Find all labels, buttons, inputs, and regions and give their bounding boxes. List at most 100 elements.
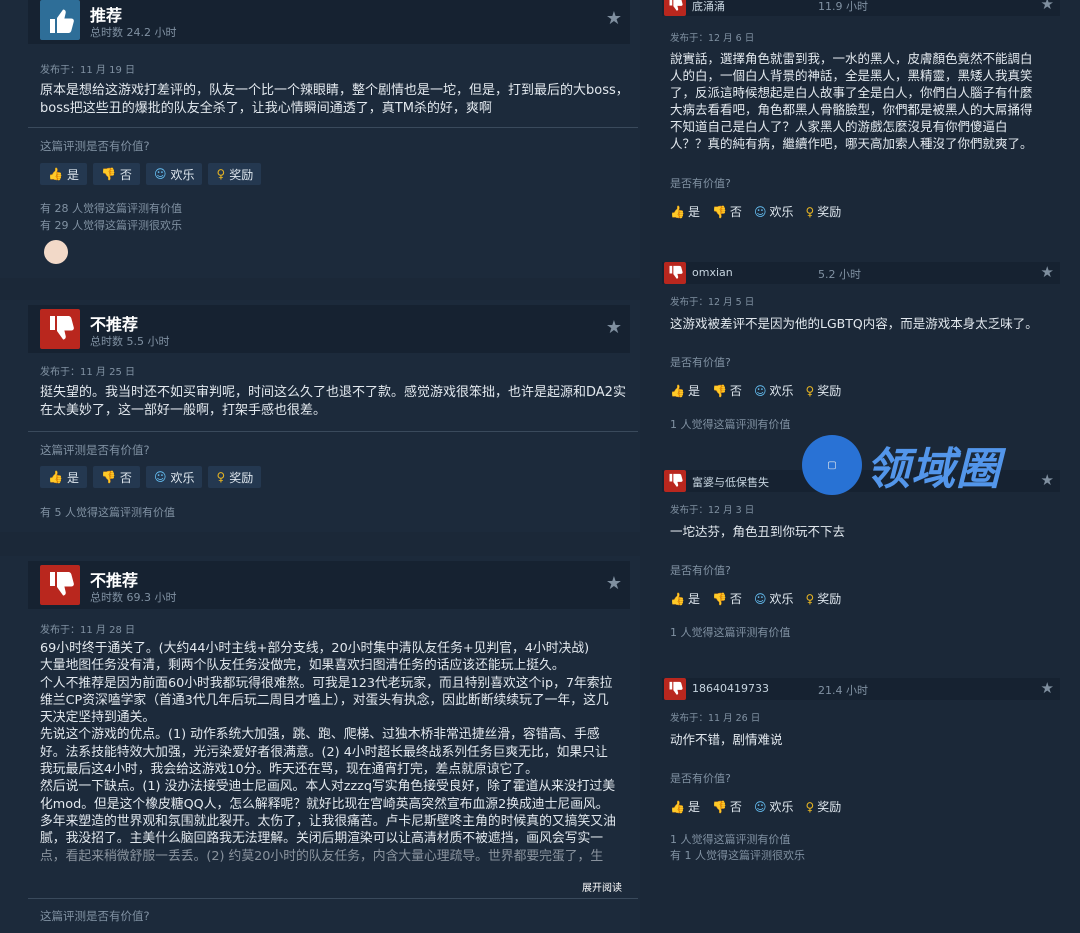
button-label: 奖励 (817, 592, 842, 606)
thumbs-down-icon: 👎 (711, 592, 727, 606)
watermark-logo: ▢ 领域圈 (802, 432, 1052, 498)
vote-yes-button[interactable]: 👍 是 (40, 466, 87, 488)
vote-no-button[interactable]: 👎 否 (712, 382, 742, 399)
vote-no-button[interactable]: 👎 否 (92, 163, 140, 185)
review-posted-date: 发布于：11 月 28 日 (40, 625, 135, 636)
review-text-line: 然后说一下缺点。(1) 没办法接受迪士尼画风。本人对zzzq写实角色接受良好，除… (40, 779, 616, 795)
divider (28, 898, 638, 899)
review-hours: 21.4 小时 (818, 684, 868, 697)
vote-buttons: 👍 是 👎 否 ☺ 欢乐 ♀ 奖励 (670, 203, 841, 220)
left-review-column: 推荐 总时数 24.2 小时 ★ 发布于：11 月 19 日 原本是想给这游戏打… (0, 0, 640, 933)
award-button[interactable]: ♀ 奖励 (208, 163, 262, 185)
vote-buttons: 👍 是 👎 否 ☺ 欢乐 ♀ 奖励 (40, 163, 262, 185)
vote-funny-button[interactable]: ☺ 欢乐 (145, 466, 203, 488)
review-text-line: 化mod。但是这个橡皮糖QQ人，怎么解释呢？就好比现在宫崎英高突然宣布血源2换成… (40, 796, 609, 812)
review-text-line: 挺失望的。我当时还不如买审判呢，时间这么久了也退不了款。感觉游戏很笨拙，也许是起… (40, 385, 626, 400)
thumbs-down-icon (40, 565, 80, 605)
star-icon[interactable]: ★ (606, 573, 622, 594)
review-text-line: 天决定坚持到通关。 (40, 710, 156, 726)
vote-no-button[interactable]: 👎 否 (712, 590, 742, 607)
button-label: 否 (729, 205, 742, 219)
star-icon[interactable]: ★ (1041, 679, 1054, 697)
review-posted-date: 发布于：12 月 6 日 (670, 33, 755, 44)
vote-yes-button[interactable]: 👍 是 (40, 163, 87, 185)
vote-yes-button[interactable]: 👍 是 (670, 590, 700, 607)
thumbs-up-icon: 👍 (670, 800, 685, 814)
reviewer-name[interactable]: 富婆与低保售失 (692, 474, 769, 490)
thumbs-down-icon (664, 262, 686, 284)
vote-no-button[interactable]: 👎 否 (712, 798, 742, 815)
star-icon[interactable]: ★ (1041, 0, 1054, 13)
button-label: 是 (687, 384, 700, 398)
review-text-line: 多年来塑造的世界观和氛围就此裂开。太伤了，让我很痛苦。卢卡尼斯壁咚主角的时候真的… (40, 813, 616, 829)
award-button[interactable]: ♀ 奖励 (805, 382, 841, 399)
star-icon[interactable]: ★ (1041, 263, 1054, 281)
star-icon[interactable]: ★ (606, 317, 622, 338)
award-button[interactable]: ♀ 奖励 (805, 203, 841, 220)
vote-no-button[interactable]: 👎 否 (712, 203, 742, 220)
watermark-icon: ▢ (802, 435, 862, 495)
helpful-count: 1 人觉得这篇评测有价值 有 1 人觉得这篇评测很欢乐 (670, 832, 805, 864)
button-label: 是 (687, 205, 700, 219)
review-verdict: 推荐 (90, 6, 123, 25)
divider (28, 431, 638, 432)
button-label: 欢乐 (170, 470, 195, 485)
review-header: 不推荐 总时数 5.5 小时 ★ (28, 305, 630, 353)
helpful-question: 是否有价值? (670, 356, 731, 369)
review-posted-date: 发布于：12 月 5 日 (670, 297, 755, 308)
vote-yes-button[interactable]: 👍 是 (670, 203, 700, 220)
review-posted-date: 发布于：11 月 26 日 (670, 713, 761, 724)
review-text-line: 在太美妙了，这一部好一般啊，打架手感也很差。 (40, 403, 327, 418)
award-button[interactable]: ♀ 奖励 (208, 466, 262, 488)
review-text: 挺失望的。我当时还不如买审判呢，时间这么久了也退不了款。感觉游戏很笨拙，也许是起… (40, 384, 630, 420)
award-button[interactable]: ♀ 奖励 (805, 798, 841, 815)
smiley-icon: ☺ (153, 167, 167, 181)
helpful-question: 是否有价值? (670, 177, 731, 190)
vote-buttons: 👍 是 👎 否 ☺ 欢乐 ♀ 奖励 (670, 382, 841, 399)
smiley-icon: ☺ (753, 384, 767, 398)
helpful-count: 1 人觉得这篇评测有价值 (670, 418, 791, 431)
avatar (44, 240, 68, 264)
review-card: 推荐 总时数 24.2 小时 ★ 发布于：11 月 19 日 原本是想给这游戏打… (0, 0, 640, 278)
star-icon[interactable]: ★ (606, 8, 622, 29)
vote-funny-button[interactable]: ☺ 欢乐 (754, 382, 794, 399)
button-label: 是 (66, 167, 79, 182)
smiley-icon: ☺ (753, 592, 767, 606)
award-button[interactable]: ♀ 奖励 (805, 590, 841, 607)
reviewer-name[interactable]: omxian (692, 266, 733, 279)
review-text-line: 69小时终于通关了。(大约44小时主线+部分支线，20小时集中清队友任务+见判官… (40, 641, 590, 656)
award-icon: ♀ (805, 384, 815, 398)
vote-no-button[interactable]: 👎 否 (92, 466, 140, 488)
review-verdict: 不推荐 (90, 571, 139, 590)
review-text-line: boss把这些丑的爆批的队友全杀了，让我心情瞬间通透了，真TM杀的好，爽啊 (40, 101, 492, 116)
review-text-line: 好。法系技能特效大加强，光污染爱好者很满意。(2) 4小时超长最终战系列任务巨爽… (40, 744, 608, 760)
button-label: 欢乐 (769, 384, 794, 398)
smiley-icon: ☺ (753, 205, 767, 219)
reviewer-name[interactable]: 18640419733 (692, 682, 769, 695)
vote-funny-button[interactable]: ☺ 欢乐 (754, 798, 794, 815)
thumbs-up-icon: 👍 (670, 205, 685, 219)
review-posted-date: 发布于：11 月 19 日 (40, 65, 135, 76)
helpful-count: 有 5 人觉得这篇评测有价值 (40, 506, 175, 519)
review-card: 不推荐 总时数 69.3 小时 ★ 发布于：11 月 28 日 69小时终于通关… (0, 556, 640, 933)
vote-yes-button[interactable]: 👍 是 (670, 798, 700, 815)
vote-funny-button[interactable]: ☺ 欢乐 (754, 590, 794, 607)
watermark-text: 领域圈 (866, 444, 1001, 495)
vote-buttons: 👍 是 👎 否 ☺ 欢乐 ♀ 奖励 (670, 590, 841, 607)
reviewer-name[interactable]: 底涌涌 (692, 0, 725, 14)
review-header: 18640419733 21.4 小时 ★ (662, 678, 1060, 700)
review-posted-date: 发布于：11 月 25 日 (40, 367, 135, 378)
vote-yes-button[interactable]: 👍 是 (670, 382, 700, 399)
review-text-line: 說實話，選擇角色就雷到我，一水的黑人，皮膚顏色竟然不能調白 (670, 51, 1033, 66)
thumbs-down-icon: 👎 (711, 205, 727, 219)
button-label: 否 (729, 592, 742, 606)
review-text: 說實話，選擇角色就雷到我，一水的黑人，皮膚顏色竟然不能調白 人的白，一個白人背景… (670, 50, 1062, 152)
review-text-line: 大量地图任务没有清，剩两个队友任务没做完，如果喜欢扫图清任务的话应该还能玩上挺久… (40, 658, 565, 674)
thumbs-down-icon: 👎 (711, 384, 727, 398)
review-hours: 总时数 24.2 小时 (90, 26, 177, 39)
smiley-icon: ☺ (753, 800, 767, 814)
read-more-link[interactable]: 展开阅读 (582, 879, 622, 894)
vote-funny-button[interactable]: ☺ 欢乐 (754, 203, 794, 220)
vote-funny-button[interactable]: ☺ 欢乐 (145, 163, 203, 185)
review-text-line: 先说这个游戏的优点。(1) 动作系统大加强，跳、跑、爬梯、过独木桥非常迅捷丝滑，… (40, 727, 600, 743)
